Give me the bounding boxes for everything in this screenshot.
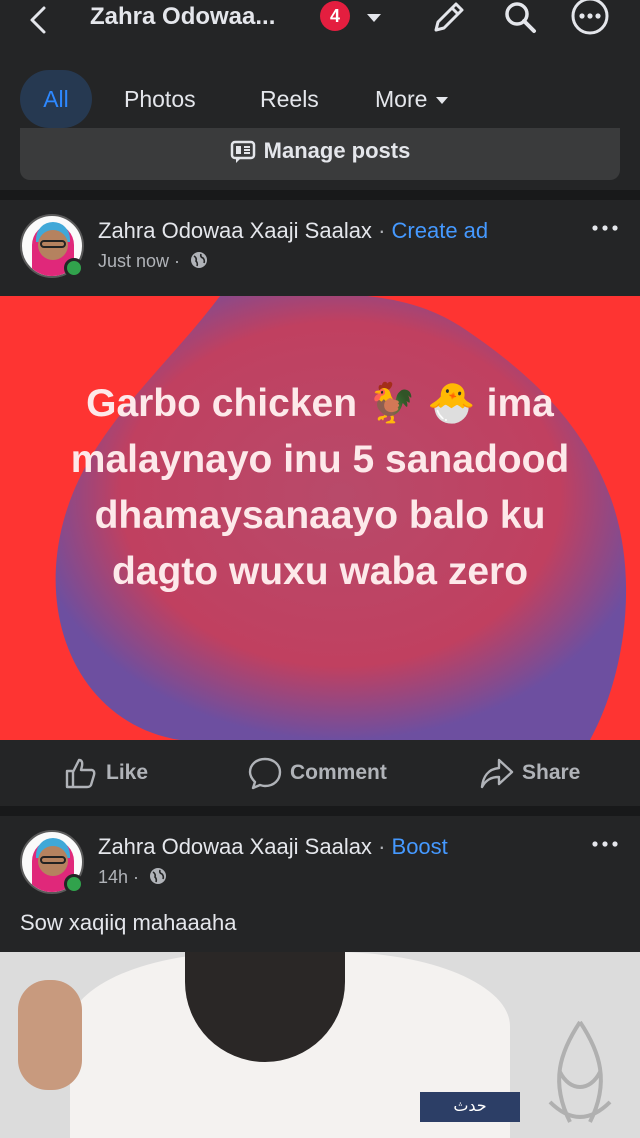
boost-link[interactable]: Boost: [392, 834, 448, 859]
search-icon[interactable]: [500, 0, 540, 36]
edit-icon[interactable]: [428, 0, 468, 36]
post-options-icon[interactable]: [590, 834, 620, 854]
video-banner: حدث: [420, 1092, 520, 1122]
filter-tabs: All Photos Reels More: [0, 70, 640, 130]
post-caption: Sow xaqiiq mahaaaha: [20, 910, 237, 935]
more-options-icon[interactable]: [570, 0, 610, 36]
like-button[interactable]: Like: [64, 756, 148, 790]
post-action-bar: Like Comment Share: [0, 740, 640, 806]
post-text: Garbo chicken 🐓 🐣 ima malaynayo inu 5 sa…: [70, 382, 570, 593]
create-ad-link[interactable]: Create ad: [392, 218, 489, 243]
globe-icon: [150, 868, 167, 884]
globe-icon: [191, 252, 208, 268]
channel-logo-icon: [548, 1020, 612, 1123]
separator-dot: ·: [378, 218, 386, 243]
post-author-line: Zahra Odowaa Xaaji Saalax · Boost: [98, 834, 448, 860]
divider: [0, 190, 640, 200]
post-time[interactable]: Just now ·: [98, 251, 180, 271]
chevron-down-icon: [433, 72, 451, 130]
post-meta: Just now ·: [98, 250, 209, 272]
online-status-indicator: [64, 874, 84, 894]
comment-icon: [248, 758, 282, 790]
divider: [0, 806, 640, 816]
separator-dot: ·: [378, 834, 386, 859]
thumbs-up-icon: [65, 759, 96, 789]
post-author-line: Zahra Odowaa Xaaji Saalax · Create ad: [98, 218, 488, 244]
back-icon[interactable]: [22, 2, 58, 38]
author-name[interactable]: Zahra Odowaa Xaaji Saalax: [98, 218, 372, 243]
online-status-indicator: [64, 258, 84, 278]
post-time[interactable]: 14h ·: [98, 867, 139, 887]
tab-photos[interactable]: Photos: [124, 70, 196, 128]
post-options-icon[interactable]: [590, 218, 620, 238]
comment-button[interactable]: Comment: [248, 756, 387, 790]
tab-more[interactable]: More: [375, 70, 451, 128]
video-figure-hand: [18, 980, 82, 1090]
manage-posts-button[interactable]: Manage posts: [20, 128, 620, 180]
tab-reels[interactable]: Reels: [260, 70, 319, 128]
manage-posts-icon: [230, 140, 255, 164]
top-bar: Zahra Odowaa... 4: [0, 0, 640, 56]
share-icon: [480, 759, 514, 789]
manage-posts-label: Manage posts: [263, 138, 411, 163]
post-meta: 14h ·: [98, 866, 168, 888]
chevron-down-icon[interactable]: [362, 6, 386, 30]
page-title[interactable]: Zahra Odowaa...: [90, 0, 275, 34]
post-header: Zahra Odowaa Xaaji Saalax · Boost 14h ·: [0, 830, 640, 910]
share-button[interactable]: Share: [480, 756, 580, 790]
text-post-graphic[interactable]: Garbo chicken 🐓 🐣 ima malaynayo inu 5 sa…: [0, 296, 640, 740]
author-name[interactable]: Zahra Odowaa Xaaji Saalax: [98, 834, 372, 859]
post-header: Zahra Odowaa Xaaji Saalax · Create ad Ju…: [0, 214, 640, 294]
tab-all[interactable]: All: [20, 70, 92, 128]
notification-badge: 4: [320, 1, 350, 31]
comment-label: Comment: [290, 761, 387, 784]
tab-more-label: More: [375, 86, 428, 112]
video-thumbnail[interactable]: حدث: [0, 952, 640, 1138]
like-label: Like: [106, 761, 149, 784]
share-label: Share: [522, 761, 581, 784]
